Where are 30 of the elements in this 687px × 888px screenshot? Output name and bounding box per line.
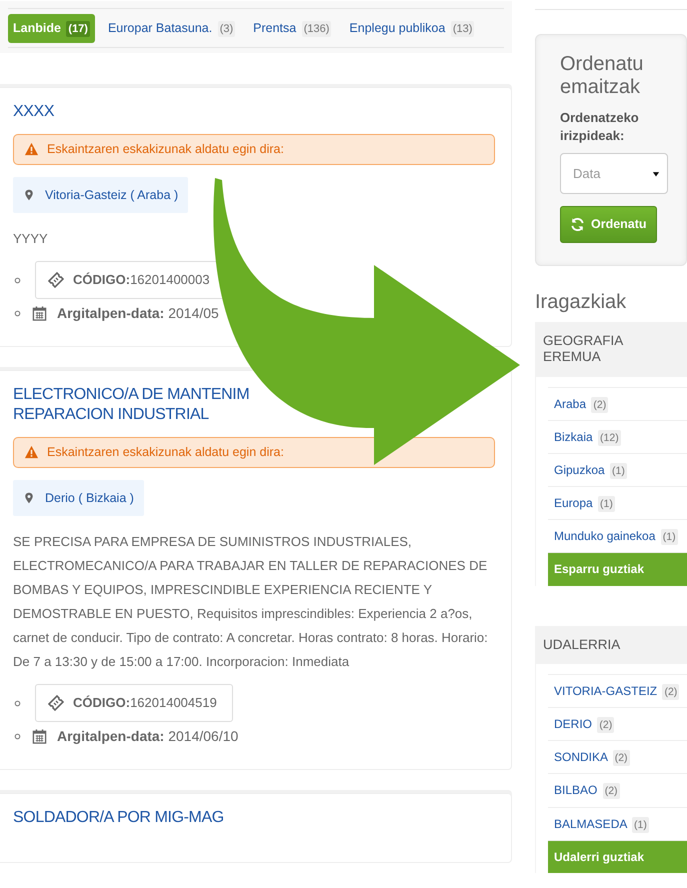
- filter-group-header: GEOGRAFIA EREMUA: [535, 322, 687, 376]
- filter-item[interactable]: VITORIA-GASTEIZ (2): [548, 674, 687, 707]
- location-text[interactable]: Vitoria-Gasteiz ( Araba ): [45, 186, 178, 204]
- location-text[interactable]: Derio ( Bizkaia ): [45, 488, 134, 508]
- offer-title[interactable]: XXXX: [13, 102, 495, 122]
- offer-title[interactable]: SOLDADOR/A POR MIG-MAG: [13, 808, 495, 828]
- source-tab[interactable]: Enplegu publikoa (13): [344, 14, 480, 43]
- code-text: CÓDIGO:162014004519: [73, 694, 217, 712]
- offer-title[interactable]: ELECTRONICO/A DE MANTENIM REPARACION INDUSTRIAL: [13, 384, 495, 425]
- source-tab[interactable]: Prentsa (136): [248, 14, 336, 43]
- source-tab[interactable]: Europar Batasuna. (3): [102, 14, 240, 43]
- filter-group-header: UDALERRIA: [535, 626, 687, 664]
- filter-item[interactable]: BILBAO (2): [548, 773, 687, 807]
- warning-text: Eskaintzaren eskakizunak aldatu egin dira:: [47, 140, 284, 158]
- offer-description: SE PRECISA PARA EMPRESA DE SUMINISTROS INDUSTRIALES, ELECTROMECANICO/A PARA TRABAJAR EN TALLER DE REPARACIONES DE BOMBAS Y EQUIPOS, IMPRESCINDIBLE EXPERIENCIA RECIENTE Y DEMOSTRABLE EN PUESTO, Requisitos imprescindibles: Experiencia 2 a?os, carnet de conducir. Tipo de contrato: A concretar. Horas contrato: 8 horas. Horario: De 7 a 13:30 y de 15:00 a 17:00. Incorporacion: Inmediata: [13, 533, 489, 672]
- warning-text: Eskaintzaren eskakizunak aldatu egin dira:: [47, 444, 284, 461]
- date-text: Argitalpen-data: 2014/05: [57, 304, 219, 323]
- filters-heading: Iragazkiak: [535, 290, 628, 314]
- field-label: Ordenatzeko irizpideak:: [560, 109, 640, 146]
- panel-title: Ordenatu emaitzak: [560, 53, 644, 99]
- code-text: CÓDIGO:16201400003: [73, 271, 210, 290]
- filter-item[interactable]: Araba (2): [548, 386, 687, 420]
- filter-item[interactable]: SONDIKA (2): [548, 740, 687, 774]
- filter-item[interactable]: Gipuzkoa (1): [548, 452, 687, 486]
- filter-item[interactable]: Europa (1): [548, 486, 687, 520]
- filter-item[interactable]: DERIO (2): [548, 707, 687, 740]
- date-text: Argitalpen-data: 2014/06/10: [57, 726, 238, 746]
- source-tab[interactable]: Lanbide (17): [8, 14, 95, 43]
- offer-description: YYYY: [13, 230, 49, 248]
- filter-item[interactable]: Bizkaia (12): [548, 420, 687, 453]
